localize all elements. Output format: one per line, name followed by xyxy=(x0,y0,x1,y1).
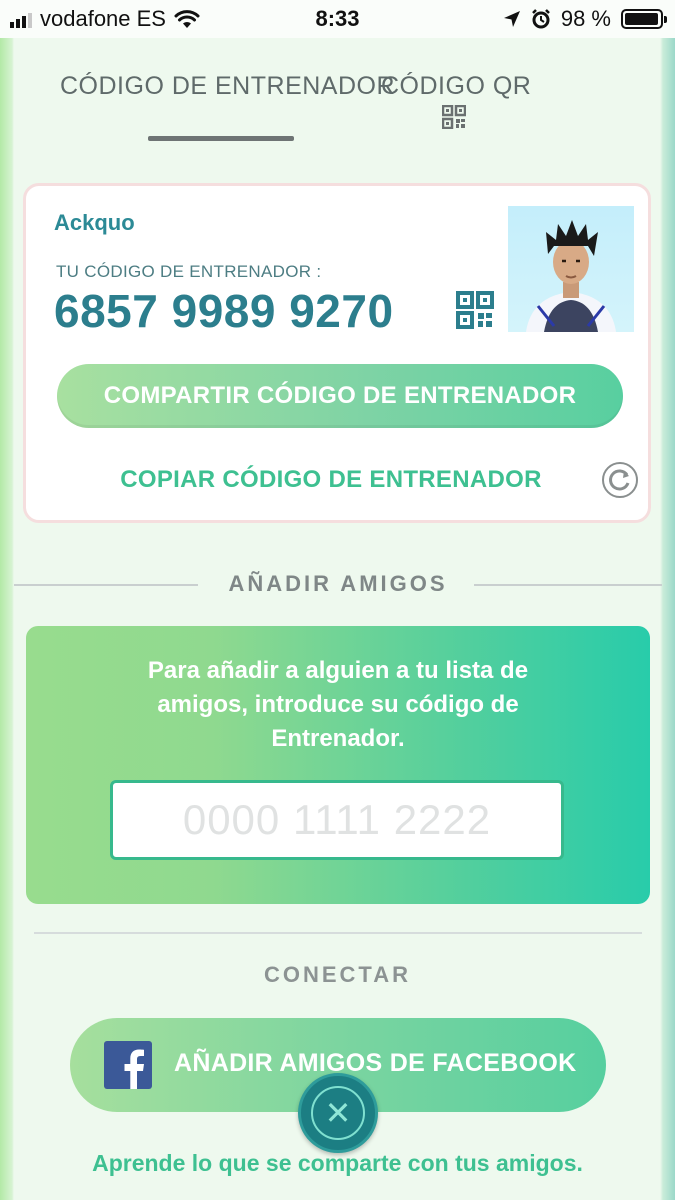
username: Ackquo xyxy=(54,210,135,235)
avatar xyxy=(508,206,634,332)
facebook-icon xyxy=(104,1041,152,1089)
close-icon: ✕ xyxy=(324,1095,352,1131)
friend-code-input[interactable] xyxy=(110,780,564,860)
connect-title: CONECTAR xyxy=(263,962,412,987)
learn-more-link[interactable]: Aprende lo que se comparte con tus amigo… xyxy=(0,1150,675,1177)
trainer-code-label: TU CÓDIGO DE ENTRENADOR : xyxy=(56,262,322,281)
tab-trainer-code[interactable]: CÓDIGO DE ENTRENADOR xyxy=(60,72,395,101)
tab-qr-code[interactable]: CÓDIGO QR xyxy=(381,72,531,101)
qr-code-icon[interactable] xyxy=(456,291,494,329)
refresh-icon[interactable] xyxy=(601,461,639,499)
status-right: 98 % xyxy=(503,6,667,32)
status-bar: vodafone ES 8:33 98 % xyxy=(0,0,675,38)
add-friends-panel: Para añadir a alguien a tu lista de amig… xyxy=(26,626,650,904)
qr-code-icon[interactable] xyxy=(442,105,466,129)
trainer-card: Ackquo TU CÓDIGO DE ENTRENADOR : 6857 99… xyxy=(23,183,651,523)
trainer-code-value: 6857 9989 9270 xyxy=(54,285,394,337)
add-friends-divider: AÑADIR AMIGOS xyxy=(14,568,662,602)
add-friends-instructions: Para añadir a alguien a tu lista de amig… xyxy=(147,657,529,752)
section-separator xyxy=(34,932,642,934)
close-button[interactable]: ✕ xyxy=(298,1073,378,1153)
copy-trainer-code-link[interactable]: COPIAR CÓDIGO DE ENTRENADOR xyxy=(26,466,654,494)
battery-fill xyxy=(625,13,659,25)
battery-icon xyxy=(621,9,667,29)
divider-line-right xyxy=(474,584,662,586)
share-trainer-code-button[interactable]: COMPARTIR CÓDIGO DE ENTRENADOR xyxy=(57,364,623,428)
battery-percent: 98 % xyxy=(560,6,611,31)
alarm-icon xyxy=(531,9,550,29)
location-arrow-icon xyxy=(503,11,520,27)
facebook-button-label: AÑADIR AMIGOS DE FACEBOOK xyxy=(174,1049,577,1077)
tab-bar: CÓDIGO DE ENTRENADOR CÓDIGO QR xyxy=(0,68,675,148)
active-tab-indicator xyxy=(148,136,294,141)
avatar-image xyxy=(526,220,616,332)
